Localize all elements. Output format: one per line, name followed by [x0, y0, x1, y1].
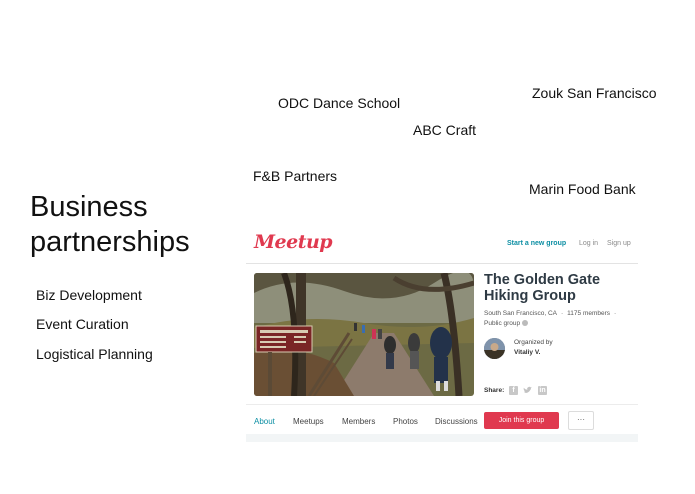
slide-title: Business partnerships: [30, 191, 190, 258]
group-cover-photo: [254, 273, 474, 396]
group-members-count[interactable]: 1175 members: [567, 310, 610, 317]
facebook-icon[interactable]: f: [509, 386, 518, 395]
login-link[interactable]: Log in: [579, 240, 598, 247]
group-location: South San Francisco, CA: [484, 310, 557, 317]
partner-zouk: Zouk San Francisco: [532, 85, 657, 101]
tab-about[interactable]: About: [254, 417, 275, 426]
linkedin-icon[interactable]: in: [538, 386, 547, 395]
info-icon[interactable]: [522, 320, 529, 327]
join-group-button[interactable]: Join this group: [484, 412, 559, 429]
tab-photos[interactable]: Photos: [393, 417, 418, 426]
separator-dot: ·: [560, 310, 564, 317]
partner-odc: ODC Dance School: [278, 95, 401, 111]
group-location-members: South San Francisco, CA · 1175 members ·: [484, 310, 620, 317]
start-group-link[interactable]: Start a new group: [507, 240, 566, 247]
skill-event-curation: Event Curation: [36, 316, 129, 332]
partner-fb: F&B Partners: [253, 168, 338, 184]
twitter-icon[interactable]: [523, 386, 532, 395]
separator-dot: ·: [614, 310, 617, 317]
group-visibility: Public group: [484, 320, 529, 327]
page-bottom-strip: [246, 434, 638, 442]
tab-meetups[interactable]: Meetups: [293, 417, 324, 426]
organized-by-label: Organized by: [514, 339, 553, 346]
skill-biz-development: Biz Development: [36, 287, 142, 303]
tab-discussions[interactable]: Discussions: [435, 417, 481, 426]
more-options-button[interactable]: ···: [568, 411, 594, 430]
meetup-header: Meetup Start a new group Log in Sign up: [246, 226, 638, 264]
organizer-avatar[interactable]: [484, 338, 505, 359]
tab-members[interactable]: Members: [342, 417, 375, 426]
group-title: The Golden Gate Hiking Group: [484, 272, 601, 304]
skill-logistical-planning: Logistical Planning: [36, 346, 153, 362]
organizer-name[interactable]: Vitaliy V.: [514, 349, 540, 356]
meetup-screenshot: Meetup Start a new group Log in Sign up: [246, 226, 638, 442]
partner-marin: Marin Food Bank: [529, 181, 636, 197]
meetup-logo[interactable]: Meetup: [254, 231, 333, 253]
signup-link[interactable]: Sign up: [607, 240, 631, 247]
group-visibility-label: Public group: [484, 320, 521, 327]
partner-abc: ABC Craft: [413, 122, 477, 138]
share-label: Share:: [484, 387, 505, 394]
